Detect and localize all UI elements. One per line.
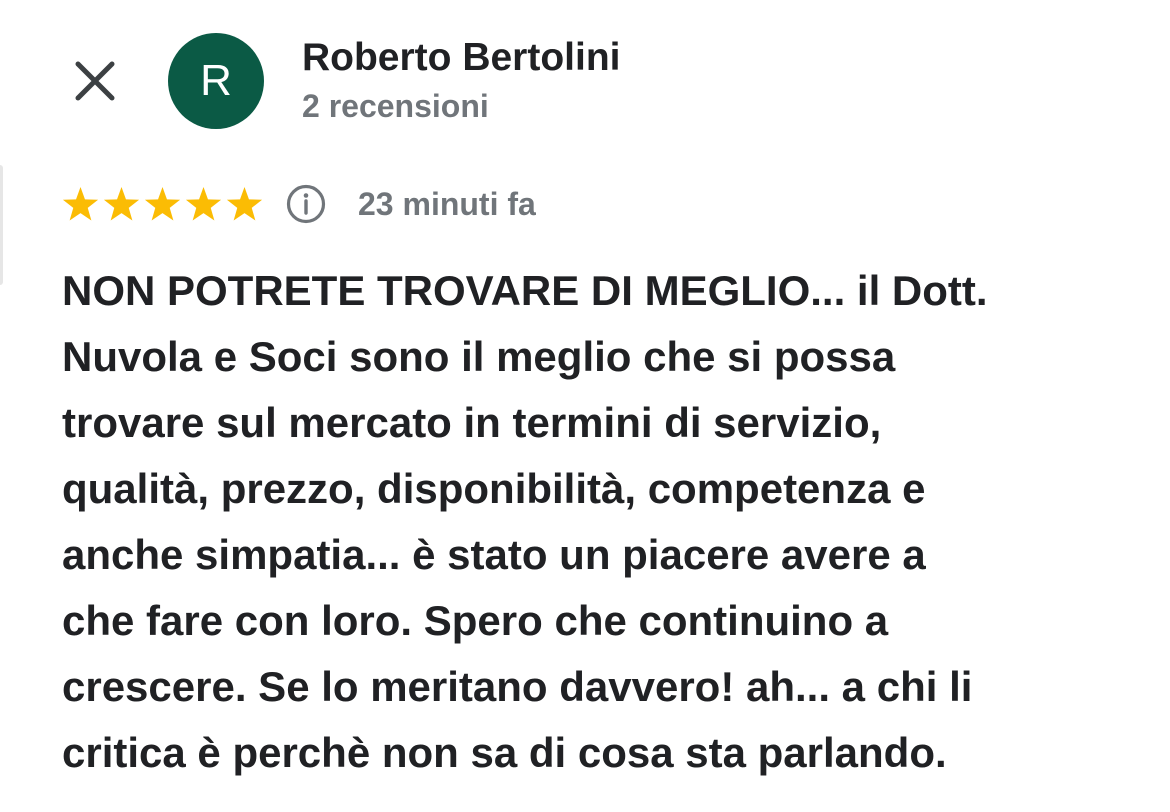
star-icon bbox=[62, 186, 99, 220]
info-icon[interactable] bbox=[285, 183, 327, 225]
star-icon bbox=[185, 186, 222, 220]
star-icon bbox=[103, 186, 140, 220]
review-time: 23 minuti fa bbox=[358, 185, 536, 222]
star-icon bbox=[144, 186, 181, 220]
avatar-initial: R bbox=[200, 56, 232, 105]
review-text-line: qualità, prezzo, disponibilità, competen… bbox=[62, 465, 926, 512]
avatar[interactable]: R bbox=[168, 33, 264, 129]
review-text-line: critica è perchè non sa di cosa sta parl… bbox=[62, 729, 947, 776]
review-text-line: che fare con loro. Spero che continuino … bbox=[62, 597, 889, 644]
close-button[interactable] bbox=[66, 52, 124, 110]
reviewer-review-count: 2 recensioni bbox=[302, 88, 489, 124]
review-detail-page: R Roberto Bertolini 2 recensioni 23 minu… bbox=[0, 0, 1170, 812]
review-text: NON POTRETE TROVARE DI MEGLIO... il Dott… bbox=[62, 258, 1142, 786]
scroll-edge-indicator bbox=[0, 165, 3, 285]
star-icon bbox=[226, 186, 263, 220]
review-text-line: Nuvola e Soci sono il meglio che si poss… bbox=[62, 333, 896, 380]
close-icon bbox=[75, 61, 115, 101]
star-rating bbox=[62, 186, 267, 223]
rating-row: 23 minuti fa bbox=[62, 180, 536, 228]
review-text-line: crescere. Se lo meritano davvero! ah... … bbox=[62, 663, 973, 710]
reviewer-name[interactable]: Roberto Bertolini bbox=[302, 36, 621, 80]
review-text-line: anche simpatia... è stato un piacere ave… bbox=[62, 531, 926, 578]
review-text-line: trovare sul mercato in termini di serviz… bbox=[62, 399, 882, 446]
review-text-line: NON POTRETE TROVARE DI MEGLIO... il Dott… bbox=[62, 267, 988, 314]
